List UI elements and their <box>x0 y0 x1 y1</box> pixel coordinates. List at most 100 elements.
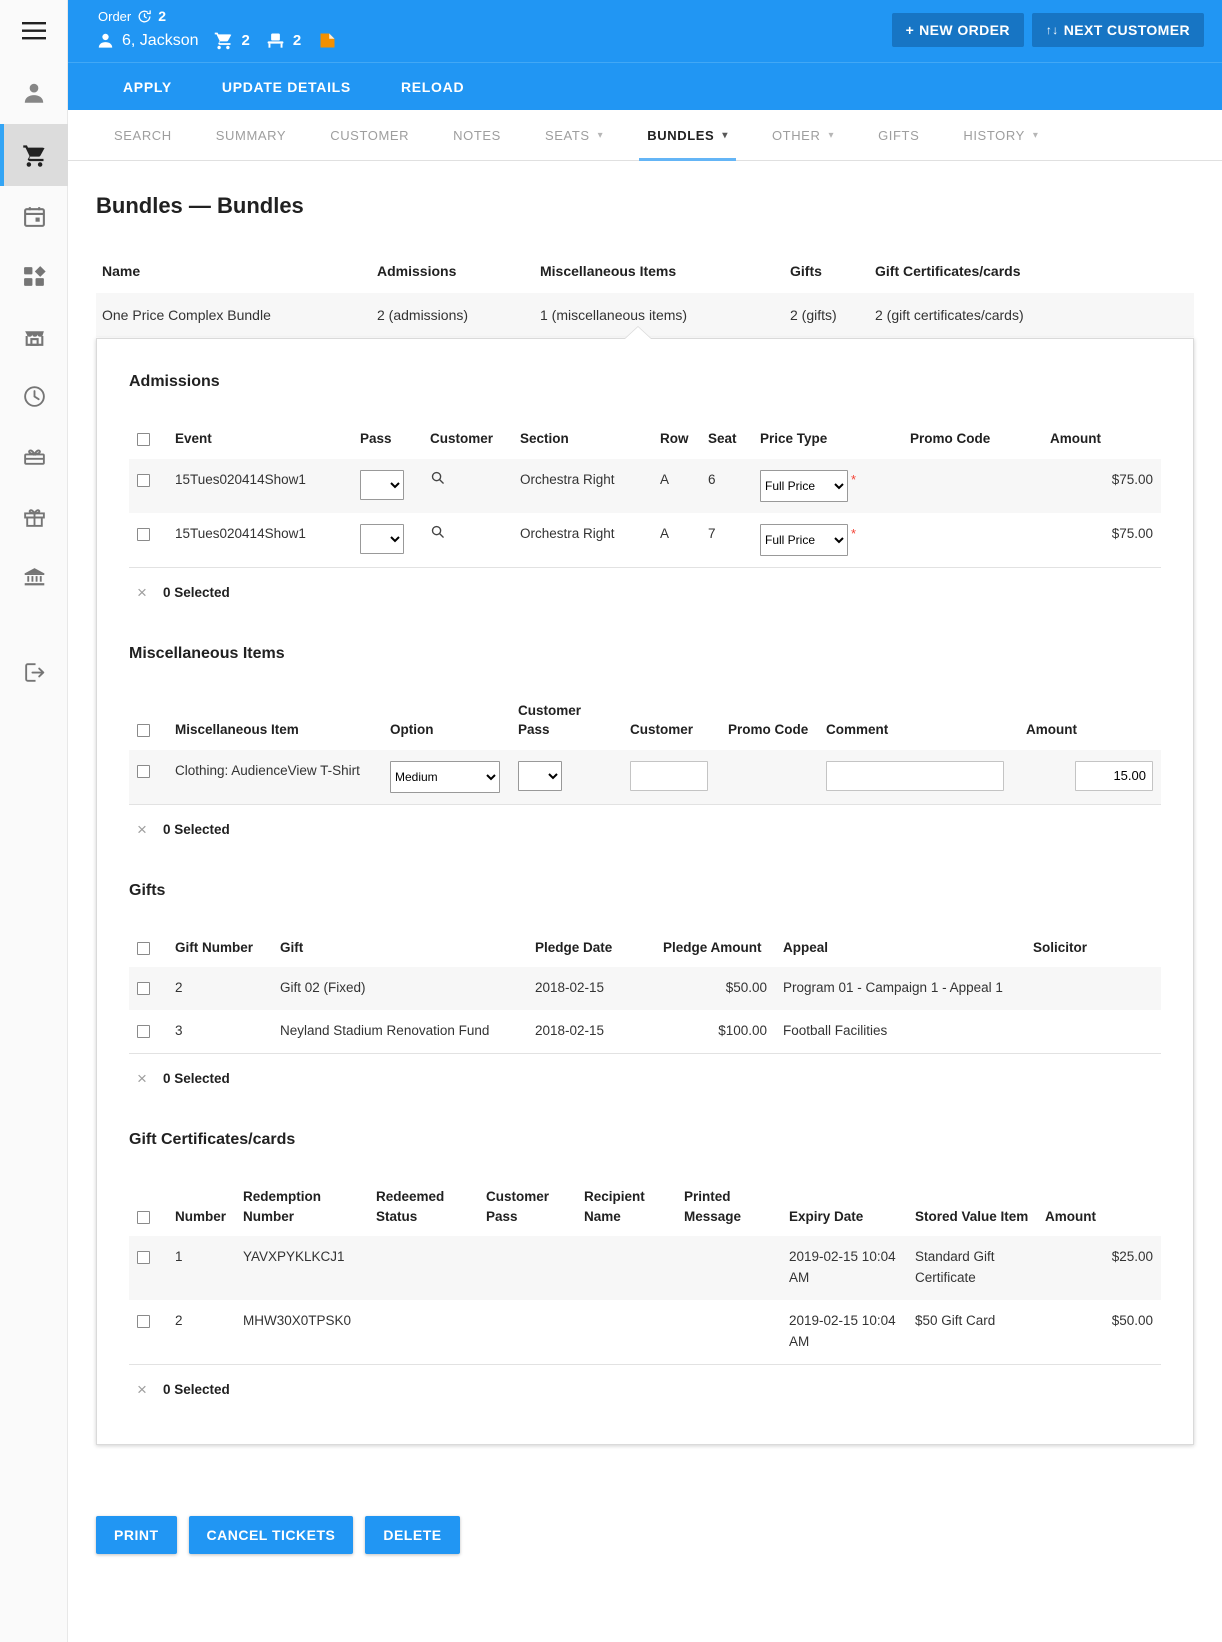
pass-select[interactable] <box>360 469 404 500</box>
price-type-select[interactable]: Full Price <box>760 469 848 502</box>
row-select <box>129 1010 167 1055</box>
row-checkbox[interactable] <box>137 1025 150 1039</box>
table-row[interactable]: Clothing: AudienceView T-Shirt Medium <box>129 749 1161 805</box>
select-all-checkbox[interactable] <box>137 1210 150 1224</box>
select-all-checkbox[interactable] <box>137 724 150 738</box>
tab-bar: SEARCH SUMMARY CUSTOMER NOTES SEATS ▾ BUN… <box>68 110 1222 161</box>
table-header-row: Miscellaneous Item Option Customer Pass … <box>129 701 1161 750</box>
cell-recipient-name <box>576 1236 676 1301</box>
select-all-checkbox[interactable] <box>137 941 150 955</box>
price-type-select[interactable]: Full Price <box>760 523 848 556</box>
tab-label: HISTORY <box>963 127 1025 143</box>
col-pledge-date: Pledge Date <box>535 939 613 955</box>
search-icon[interactable] <box>430 524 445 546</box>
cell-seat: 6 <box>700 458 752 513</box>
table-row[interactable]: 15Tues020414Show1 Orchestra Right A 6 Fu… <box>129 458 1161 513</box>
col-expiry-date: Expiry Date <box>789 1208 864 1224</box>
col-customer-pass: Customer Pass <box>486 1189 550 1224</box>
customer-input[interactable] <box>630 760 708 791</box>
cell-pledge-date: 2018-02-15 <box>527 1010 655 1055</box>
col-gift-number: Gift Number <box>175 939 254 955</box>
search-icon[interactable] <box>430 470 445 492</box>
amount-input[interactable] <box>1075 760 1153 791</box>
sidebar-item-finance[interactable] <box>0 546 68 606</box>
col-name: Name <box>102 263 141 279</box>
table-row[interactable]: 1 YAVXPYKLKCJ1 2019-02-15 10:04 AM Stand… <box>129 1236 1161 1301</box>
table-row[interactable]: 2 Gift 02 (Fixed) 2018-02-15 $50.00 Prog… <box>129 967 1161 1011</box>
pass-select[interactable] <box>360 523 404 554</box>
table-row[interactable]: 3 Neyland Stadium Renovation Fund 2018-0… <box>129 1010 1161 1055</box>
col-option: Option <box>390 722 434 738</box>
bundle-detail-panel: Admissions Event Pass Customer Section R… <box>96 338 1194 1445</box>
cell-gift: Gift 02 (Fixed) <box>272 967 527 1011</box>
new-order-button[interactable]: + NEW ORDER <box>891 13 1024 47</box>
customer-pass-select[interactable] <box>518 760 562 791</box>
sidebar-item-logout[interactable] <box>0 642 68 702</box>
sidebar-item-venue[interactable] <box>0 306 68 366</box>
apply-button[interactable]: APPLY <box>98 69 197 105</box>
cell-stored-value-item: $50 Gift Card <box>907 1300 1037 1365</box>
cancel-tickets-button[interactable]: CANCEL TICKETS <box>188 1516 354 1554</box>
sidebar-item-customers[interactable] <box>0 62 68 124</box>
gifts-table: Gift Number Gift Pledge Date Pledge Amou… <box>129 938 1161 1055</box>
row-checkbox[interactable] <box>137 982 150 996</box>
tab-customer[interactable]: CUSTOMER <box>308 110 431 161</box>
clear-selection-icon[interactable]: × <box>137 1381 147 1398</box>
row-checkbox[interactable] <box>137 1251 150 1265</box>
tab-summary[interactable]: SUMMARY <box>194 110 308 161</box>
col-row: Row <box>660 431 689 446</box>
clear-selection-icon[interactable]: × <box>137 1070 147 1087</box>
hamburger-icon <box>22 22 46 40</box>
row-checkbox[interactable] <box>137 527 150 541</box>
select-all-checkbox[interactable] <box>137 432 150 446</box>
update-details-button[interactable]: UPDATE DETAILS <box>197 69 376 105</box>
tab-gifts[interactable]: GIFTS <box>856 110 941 161</box>
exit-icon <box>22 660 47 685</box>
option-select[interactable]: Medium <box>390 760 500 793</box>
required-marker: * <box>851 525 857 541</box>
reload-button[interactable]: RELOAD <box>376 69 489 105</box>
cell-recipient-name <box>576 1300 676 1365</box>
row-select <box>129 512 167 568</box>
table-row[interactable]: 2 MHW30X0TPSK0 2019-02-15 10:04 AM $50 G… <box>129 1300 1161 1365</box>
col-customer-pass: Customer Pass <box>518 702 582 738</box>
clear-selection-icon[interactable]: × <box>137 821 147 838</box>
clear-selection-icon[interactable]: × <box>137 584 147 601</box>
tab-notes[interactable]: NOTES <box>431 110 523 161</box>
tab-history[interactable]: HISTORY ▾ <box>941 110 1060 161</box>
delete-button[interactable]: DELETE <box>365 1516 460 1554</box>
customer-name[interactable]: 6, Jackson <box>122 32 198 50</box>
sidebar-item-packages[interactable] <box>0 426 68 486</box>
note-icon[interactable] <box>317 30 338 51</box>
admissions-section: Admissions Event Pass Customer Section R… <box>129 373 1161 601</box>
chevron-down-icon: ▾ <box>597 129 604 141</box>
col-amount: Amount <box>1026 722 1077 738</box>
comment-input[interactable] <box>826 760 1004 791</box>
row-checkbox[interactable] <box>137 1315 150 1328</box>
selected-count: 0 Selected <box>162 584 230 600</box>
tab-search[interactable]: SEARCH <box>92 110 194 161</box>
misc-items-table: Miscellaneous Item Option Customer Pass … <box>129 701 1161 805</box>
row-select <box>129 749 167 805</box>
tab-bundles[interactable]: BUNDLES ▾ <box>625 110 750 161</box>
tab-label: CUSTOMER <box>330 127 410 143</box>
cell-pledge-date: 2018-02-15 <box>527 967 655 1011</box>
print-button[interactable]: PRINT <box>96 1516 177 1554</box>
customer-info: 6, Jackson 2 2 <box>96 30 338 51</box>
cell-pledge-amount: $100.00 <box>655 1010 775 1055</box>
tab-seats[interactable]: SEATS ▾ <box>523 110 625 161</box>
hamburger-menu[interactable] <box>0 0 68 62</box>
sidebar-item-orders[interactable] <box>0 124 68 186</box>
sidebar-item-history[interactable] <box>0 366 68 426</box>
cell-section: Orchestra Right <box>512 512 652 568</box>
sidebar-item-dashboard[interactable] <box>0 246 68 306</box>
sidebar-item-gifts[interactable] <box>0 486 68 546</box>
row-checkbox[interactable] <box>137 473 150 487</box>
row-checkbox[interactable] <box>137 764 150 778</box>
table-row[interactable]: 15Tues020414Show1 Orchestra Right A 7 Fu… <box>129 512 1161 568</box>
sidebar-item-events[interactable] <box>0 186 68 246</box>
next-customer-button[interactable]: ↑↓ NEXT CUSTOMER <box>1031 13 1204 47</box>
cell-solicitor <box>1025 1010 1161 1055</box>
tab-other[interactable]: OTHER ▾ <box>750 110 856 161</box>
cell-redemption-number: YAVXPYKLKCJ1 <box>235 1236 368 1301</box>
